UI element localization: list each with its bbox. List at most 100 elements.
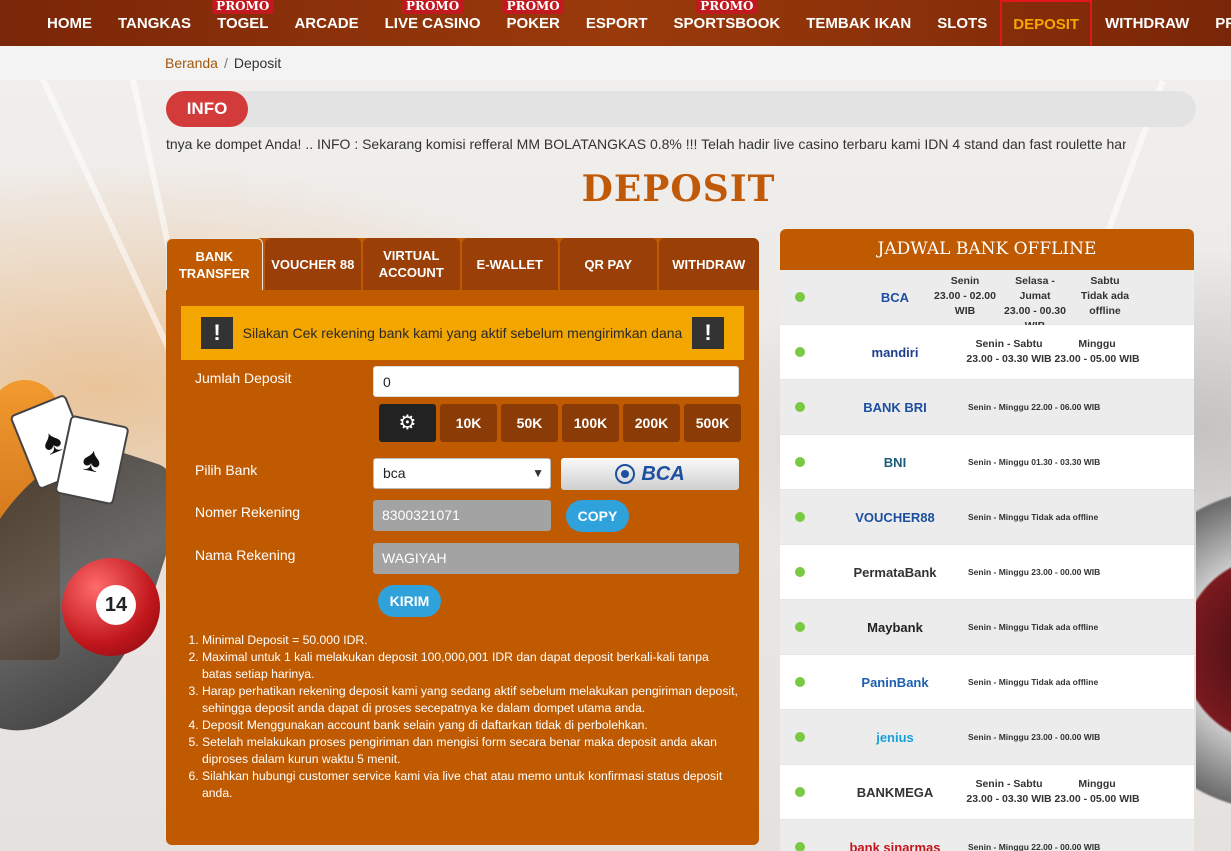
schedule-line: 23.00 - 00.30: [1004, 305, 1066, 317]
tab-qr-pay[interactable]: QR PAY: [560, 238, 657, 290]
nav-item-promo[interactable]: PROMO: [1202, 0, 1231, 46]
schedule-text: Senin - Minggu Tidak ada offline: [968, 512, 1099, 522]
bank-logo: BNI: [883, 455, 907, 470]
nav-item-esport[interactable]: ESPORT: [573, 0, 661, 46]
tab-bank-transfer[interactable]: BANK TRANSFER: [166, 238, 263, 290]
exclamation-icon: !: [201, 317, 233, 349]
schedule-line: WIB: [954, 305, 976, 317]
bank-select-value: bca: [383, 465, 406, 481]
schedule-line: Selasa - Jumat: [1015, 275, 1055, 302]
deposit-panel: BANK TRANSFER VOUCHER 88 VIRTUAL ACCOUNT E-…: [166, 238, 759, 845]
nav-item-label: TEMBAK IKAN: [806, 15, 912, 32]
deposit-rules: Minimal Deposit = 50.000 IDR.Maximal unt…: [186, 632, 738, 802]
tab-withdraw[interactable]: WITHDRAW: [658, 238, 759, 290]
rule-item: Maximal untuk 1 kali melakukan deposit 1…: [202, 649, 738, 683]
nav-item-slots[interactable]: SLOTS: [924, 0, 1000, 46]
submit-button[interactable]: KIRIM: [378, 585, 441, 617]
bank-logo-text: BCA: [641, 462, 685, 485]
tab-e-wallet[interactable]: E-WALLET: [461, 238, 559, 290]
quick-amount-200k-button[interactable]: 200K: [623, 404, 680, 442]
bank-label: Pilih Bank: [195, 462, 258, 478]
bank-select[interactable]: bca ▼: [373, 458, 551, 489]
quick-amount-buttons: ⚙ 10K 50K 100K 200K 500K: [379, 404, 745, 442]
schedule-row: BCA Senin 23.00 - 02.00 WIB Selasa - Jumat 23…: [780, 270, 1194, 332]
status-dot-icon: [795, 402, 805, 412]
status-dot-icon: [795, 732, 805, 742]
rule-item: Deposit Menggunakan account bank selain …: [202, 717, 738, 734]
promo-badge: PROMO: [212, 0, 274, 14]
schedule-row: Maybank Senin - Minggu Tidak ada offline: [780, 600, 1194, 655]
breadcrumb-home-link[interactable]: Beranda: [165, 55, 218, 71]
amount-input[interactable]: 0: [373, 366, 739, 397]
schedule-line: Sabtu: [1090, 275, 1120, 287]
schedule-row: BANKMEGA Senin - Sabtu 23.00 - 03.30 WIB Mi…: [780, 765, 1194, 820]
bank-logo: BCA: [561, 458, 739, 490]
nav-item-label: ESPORT: [585, 15, 648, 32]
schedule-text: Senin - Minggu 23.00 - 00.00 WIB: [968, 567, 1101, 577]
nav-item-deposit[interactable]: DEPOSIT: [1000, 0, 1093, 52]
nav-item-poker[interactable]: POKER PROMO: [494, 0, 573, 46]
nav-item-sportsbook[interactable]: SPORTSBOOK PROMO: [661, 0, 794, 46]
schedule-text: Senin - Minggu Tidak ada offline: [968, 622, 1099, 632]
bank-logo: mandiri: [871, 345, 919, 360]
quick-amount-10k-button[interactable]: 10K: [440, 404, 497, 442]
nav-item-live-casino[interactable]: LIVE CASINO PROMO: [372, 0, 494, 46]
main-nav: HOME TANGKAS TOGEL PROMO ARCADE LIVE CASINO PR…: [0, 0, 1231, 52]
status-dot-icon: [795, 512, 805, 522]
schedule-row: PaninBank Senin - Minggu Tidak ada offlin…: [780, 655, 1194, 710]
schedule-column: Minggu 23.00 - 05.00 WIB: [1053, 337, 1141, 367]
schedule-row: mandiri Senin - Sabtu 23.00 - 03.30 WIB Min…: [780, 325, 1194, 380]
nav-item-label: POKER: [506, 15, 560, 32]
copy-button[interactable]: COPY: [566, 500, 629, 532]
schedule-text: Senin - Minggu Tidak ada offline: [968, 677, 1099, 687]
tab-virtual-account[interactable]: VIRTUAL ACCOUNT: [363, 238, 460, 290]
status-dot-icon: [795, 622, 805, 632]
exclamation-icon: !: [692, 317, 724, 349]
schedule-line: Minggu: [1078, 338, 1116, 350]
schedule-line: offline: [1089, 305, 1121, 317]
breadcrumb-separator: /: [223, 55, 228, 71]
schedule-line: Senin - Sabtu: [975, 778, 1043, 790]
schedule-line: 23.00 - 03.30 WIB: [966, 793, 1052, 805]
info-label: INFO: [166, 91, 248, 127]
schedule-row: jenius Senin - Minggu 23.00 - 00.00 WIB: [780, 710, 1194, 765]
nav-item-label: TOGEL: [217, 15, 269, 32]
schedule-title: JADWAL BANK OFFLINE: [780, 229, 1194, 270]
schedule-text: Senin - Minggu 22.00 - 00.00 WIB: [968, 842, 1101, 851]
schedule-line: 23.00 - 02.00: [934, 290, 996, 302]
schedule-column: Minggu 23.00 - 05.00 WIB: [1053, 777, 1141, 807]
promo-badge: PROMO: [696, 0, 758, 14]
breadcrumb-current: Deposit: [233, 55, 282, 71]
account-number-field: 8300321071: [373, 500, 551, 531]
status-dot-icon: [795, 457, 805, 467]
quick-amount-50k-button[interactable]: 50K: [501, 404, 558, 442]
gear-icon[interactable]: ⚙: [379, 404, 436, 442]
bank-logo: PermataBank: [853, 565, 937, 580]
bank-logo: BANKMEGA: [856, 785, 934, 800]
nav-item-withdraw[interactable]: WITHDRAW: [1092, 0, 1202, 46]
status-dot-icon: [795, 677, 805, 687]
nav-item-home[interactable]: HOME: [34, 0, 105, 46]
status-dot-icon: [795, 347, 805, 357]
nav-item-tangkas[interactable]: TANGKAS: [105, 0, 204, 46]
promo-badge: PROMO: [401, 0, 464, 14]
schedule-line: Minggu: [1078, 778, 1116, 790]
quick-amount-500k-button[interactable]: 500K: [684, 404, 741, 442]
schedule-column: Senin - Sabtu 23.00 - 03.30 WIB: [965, 337, 1053, 367]
bank-logo: PaninBank: [861, 675, 929, 690]
schedule-column: Senin - Sabtu 23.00 - 03.30 WIB: [965, 777, 1053, 807]
tab-voucher-88[interactable]: VOUCHER 88: [264, 238, 362, 290]
account-number-label: Nomer Rekening: [195, 504, 301, 520]
nav-item-label: DEPOSIT: [1013, 16, 1080, 33]
nav-item-tembak-ikan[interactable]: TEMBAK IKAN: [793, 0, 924, 46]
nav-item-arcade[interactable]: ARCADE: [281, 0, 371, 46]
lottery-ball-number: 14: [96, 585, 136, 625]
rule-item: Silahkan hubungi customer service kami v…: [202, 768, 738, 802]
promo-badge: PROMO: [502, 0, 564, 14]
rule-item: Harap perhatikan rekening deposit kami y…: [202, 683, 738, 717]
schedule-columns: Senin - Sabtu 23.00 - 03.30 WIB Minggu 23.0…: [965, 337, 1141, 367]
quick-amount-100k-button[interactable]: 100K: [562, 404, 619, 442]
nav-item-togel[interactable]: TOGEL PROMO: [204, 0, 281, 46]
rule-item: Setelah melakukan proses pengiriman dan …: [202, 734, 738, 768]
nav-item-label: HOME: [47, 15, 92, 32]
